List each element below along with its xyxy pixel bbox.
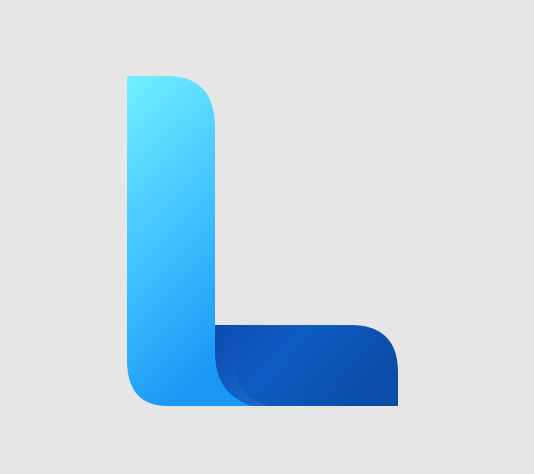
logo-canvas xyxy=(0,0,534,474)
letter-l-logo-icon xyxy=(127,76,398,406)
